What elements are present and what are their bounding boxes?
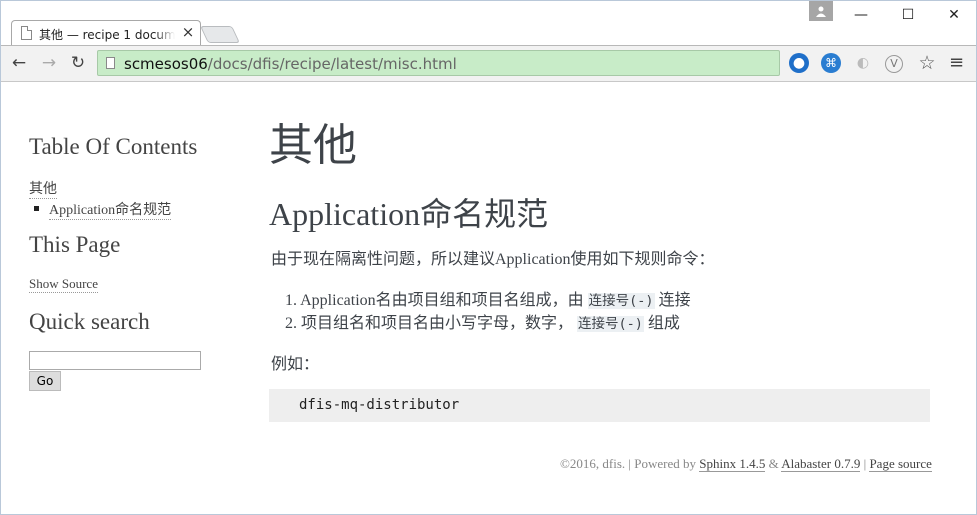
toc-heading: Table Of Contents [29,134,198,159]
intro-paragraph: 由于现在隔离性问题，所以建议Application使用如下规则命令： [271,251,715,268]
footer-amp: & [768,456,779,471]
bullet-icon [34,206,39,211]
maximize-button[interactable]: ☐ [886,4,930,26]
rule2-text: 2. 项目组名和项目名由小写字母，数字， [285,315,574,332]
rule1-code: 连接号(-) [587,293,655,309]
forward-button[interactable]: → [37,51,61,75]
reload-button[interactable]: ↻ [66,51,90,75]
page-source-link[interactable]: Page source [869,456,932,472]
profile-icon[interactable] [809,1,833,21]
go-button[interactable]: Go [29,371,61,391]
url-text[interactable]: scmesos06/docs/dfis/recipe/latest/misc.h… [124,55,457,73]
code-example: dfis-mq-distributor [269,389,930,422]
rule2-suffix: 组成 [647,315,680,332]
alabaster-link[interactable]: Alabaster 0.7.9 [781,456,861,472]
footer-separator: | [863,456,867,471]
example-label: 例如： [271,356,320,373]
list-item: 2. 项目组名和项目名由小写字母，数字， 连接号(-) 组成 [285,309,680,333]
rule1-suffix: 连接 [658,292,691,309]
page-title: 其他 [269,121,357,170]
command-extension-icon[interactable]: ⌘ [821,53,841,73]
menu-icon[interactable]: ≡ [949,53,965,73]
new-tab-button[interactable] [200,26,240,43]
browser-window: 其他 — recipe 1 documentation × — ☐ ✕ ← → … [0,0,977,515]
close-window-button[interactable]: ✕ [932,4,976,26]
globe-extension-icon[interactable]: ● [789,53,809,73]
toc-root-link[interactable]: 其他 [29,178,57,199]
sphinx-link[interactable]: Sphinx 1.4.5 [699,456,766,472]
search-input[interactable] [29,351,201,370]
rule2-code: 连接号(-) [577,316,644,332]
this-page-heading: This Page [29,232,121,257]
url-path: /docs/dfis/recipe/latest/misc.html [207,55,457,73]
url-host: scmesos06 [124,55,208,73]
v-extension-icon[interactable]: V [885,55,903,73]
section-title: Application命名规范 [269,196,549,232]
page-icon [106,57,115,69]
show-source-link[interactable]: Show Source [29,276,98,293]
footer: ©2016, dfis. | Powered by Sphinx 1.4.5 &… [560,456,932,472]
tab-title[interactable]: 其他 — recipe 1 documentation [39,26,175,43]
list-item: 1. Application名由项目组和项目名组成，由 连接号(-) 连接 [285,286,691,310]
title-bar: 其他 — recipe 1 documentation × — ☐ ✕ [1,1,976,45]
page-content: Table Of Contents 其他 Application命名规范 Thi… [1,83,976,514]
gray-extension-icon[interactable]: ◐ [853,53,873,73]
toc-item-link[interactable]: Application命名规范 [49,199,172,220]
rule1-text: 1. Application名由项目组和项目名组成，由 [285,292,584,309]
powered-by: Powered by [634,456,696,471]
document-icon [21,26,32,40]
address-bar[interactable]: scmesos06/docs/dfis/recipe/latest/misc.h… [97,50,780,76]
copyright: ©2016, dfis. [560,456,626,471]
footer-separator: | [628,456,631,471]
browser-toolbar: ← → ↻ scmesos06/docs/dfis/recipe/latest/… [1,45,976,82]
minimize-button[interactable]: — [839,4,883,26]
back-button[interactable]: ← [7,51,31,75]
tab-close-icon[interactable]: × [181,23,195,41]
bookmark-star-icon[interactable]: ☆ [917,53,937,73]
quick-search-heading: Quick search [29,309,150,334]
